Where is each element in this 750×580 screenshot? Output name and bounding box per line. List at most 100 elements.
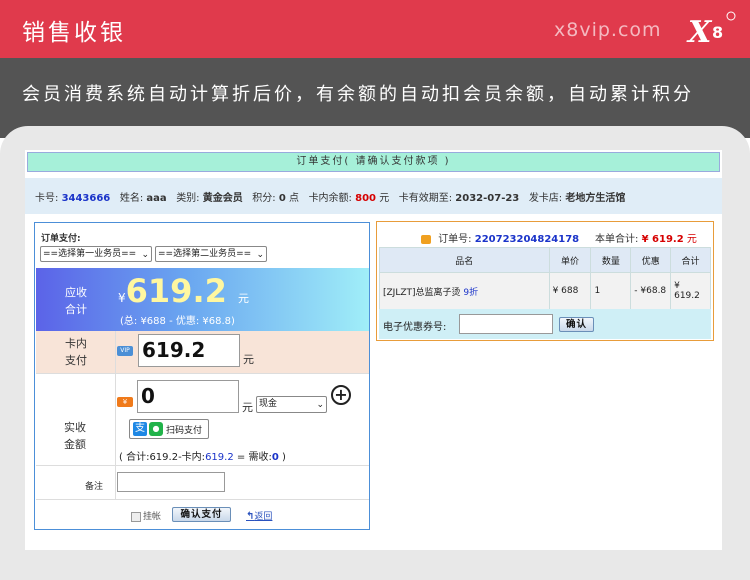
column-header: 品名	[379, 247, 550, 273]
item-discount: - ¥68.8	[630, 272, 672, 310]
order-header: 订单号: 220723204824178 本单合计: ¥ 619.2 元	[421, 230, 697, 245]
order-confirm-header: 订单支付( 请确认支付款项 )	[27, 152, 720, 172]
item-total-cell: ¥ 619.2	[670, 272, 711, 310]
currency-symbol: ¥	[118, 291, 126, 305]
calc-mid: = 需收:	[233, 452, 272, 463]
remark-label: 备注	[85, 482, 104, 492]
actual-amount-unit: 元	[242, 401, 253, 414]
column-header: 单价	[548, 247, 592, 273]
back-link[interactable]: ↰返回	[246, 509, 272, 522]
card-payment-label: 卡内 支付	[36, 335, 116, 369]
item-total-symbol: ¥	[674, 281, 680, 291]
amount-due-label-line1: 应收	[65, 286, 87, 299]
card-balance: 800	[355, 193, 376, 204]
scan-pay-button[interactable]: 支 ● 扫码支付	[129, 419, 209, 439]
page-title: 销售收银	[22, 20, 126, 46]
column-divider	[115, 331, 116, 499]
balance-unit: 元	[379, 193, 390, 204]
member-name: aaa	[146, 193, 167, 204]
coupon-confirm-button[interactable]: 确认	[559, 317, 594, 332]
slogan-text: 会员消费系统自动计算折后价，有余额的自动扣会员余额，自动累计积分	[22, 84, 694, 105]
staff-select-2[interactable]: ==选择第二业务员== ⌄	[155, 246, 267, 262]
staff-select-2-value: ==选择第二业务员==	[158, 249, 252, 259]
actual-amount-label: 实收 金额	[35, 419, 115, 453]
actual-amount-input[interactable]: 0	[137, 380, 239, 413]
card-payment-label-line1: 卡内	[65, 337, 87, 350]
payment-method-value: 现金	[259, 399, 278, 409]
confirm-payment-button[interactable]: 确认支付	[172, 507, 231, 522]
cash-icon: ¥	[117, 397, 133, 407]
actual-amount-label-line2: 金额	[64, 438, 86, 451]
points-unit: 点	[289, 193, 300, 204]
member-info-bar: 卡号: 3443666 姓名: aaa 类别: 黄金会员 积分: 0 点 卡内余…	[25, 178, 722, 214]
calc-suffix: )	[278, 452, 286, 463]
scan-pay-label: 扫码支付	[166, 426, 203, 436]
divider	[36, 499, 369, 500]
alipay-icon: 支	[133, 422, 147, 436]
chevron-down-icon: ⌄	[316, 400, 324, 410]
cart-icon	[421, 234, 431, 244]
calc-need-amount: 0	[271, 452, 279, 463]
card-payment-input[interactable]: 619.2	[138, 334, 240, 367]
table-header-row: 品名 单价 数量 优惠 合计	[379, 247, 711, 273]
order-total: ¥ 619.2	[641, 234, 684, 245]
card-no: 3443666	[61, 193, 111, 204]
column-header: 数量	[590, 247, 632, 273]
wechat-icon: ●	[149, 422, 163, 436]
amount-due-unit: 元	[238, 292, 249, 305]
order-items-table: 品名 单价 数量 优惠 合计 [ZJLZT]总监离子烫 9折 ¥ 688 1 -…	[379, 247, 711, 310]
hold-checkbox[interactable]: 挂帐	[131, 509, 161, 522]
payment-panel: 订单支付: ==选择第一业务员== ⌄ ==选择第二业务员== ⌄ 应收 合计 …	[34, 222, 370, 530]
issuing-store: 老地方生活馆	[565, 193, 626, 204]
member-points: 0	[278, 193, 286, 204]
hold-label: 挂帐	[143, 512, 162, 522]
order-total-label: 本单合计:	[595, 234, 639, 245]
order-panel: 订单号: 220723204824178 本单合计: ¥ 619.2 元 品名 …	[376, 221, 714, 341]
amount-breakdown: (总: ¥688 - 优惠: ¥68.8)	[120, 316, 235, 327]
divider	[36, 373, 369, 374]
card-payment-row: 卡内 支付 VIP 619.2 元	[36, 331, 369, 373]
card-expiry: 2032-07-23	[455, 193, 520, 204]
table-row: [ZJLZT]总监离子烫 9折 ¥ 688 1 - ¥68.8 ¥ 619.2	[379, 272, 711, 310]
order-no: 220723204824178	[474, 234, 580, 245]
svg-text:8: 8	[712, 23, 723, 42]
store-label: 发卡店:	[528, 193, 563, 204]
amount-due-label-line2: 合计	[65, 303, 87, 316]
add-payment-icon[interactable]: +	[331, 385, 351, 405]
payment-method-select[interactable]: 现金 ⌄	[256, 396, 327, 413]
column-header: 优惠	[630, 247, 672, 273]
calc-card-amount: 619.2	[205, 452, 234, 463]
coupon-input[interactable]	[459, 314, 553, 334]
coupon-label: 电子优惠券号:	[383, 322, 447, 333]
card-payment-label-line2: 支付	[65, 354, 87, 367]
item-total: 619.2	[674, 291, 700, 301]
remark-input[interactable]	[117, 472, 225, 492]
balance-label: 卡内余额:	[308, 193, 352, 204]
amount-due-row: 应收 合计 ¥619.2 元 (总: ¥688 - 优惠: ¥68.8)	[36, 268, 369, 331]
discount-tag: 9折	[463, 287, 479, 298]
item-price: ¥ 688	[548, 272, 592, 310]
actual-amount-label-line1: 实收	[64, 421, 86, 434]
site-domain: x8vip.com	[554, 19, 662, 41]
column-header: 合计	[670, 247, 711, 273]
payment-calculation: ( 合计:619.2-卡内:619.2 = 需收:0 )	[119, 448, 286, 463]
x8-logo-icon: X 8	[686, 11, 736, 50]
type-label: 类别:	[176, 193, 200, 204]
amount-due-value: 619.2	[125, 272, 227, 310]
chevron-down-icon: ⌄	[256, 250, 264, 260]
item-name: [ZJLZT]总监离子烫	[383, 287, 461, 298]
coupon-row: 电子优惠券号: 确认	[379, 309, 711, 339]
amount-due: ¥619.2 元	[118, 272, 249, 310]
calc-prefix: ( 合计:619.2-卡内:	[119, 452, 206, 463]
divider	[36, 465, 369, 466]
amount-due-label: 应收 合计	[36, 284, 116, 318]
card-no-label: 卡号:	[35, 193, 59, 204]
card-payment-unit: 元	[243, 353, 254, 366]
name-label: 姓名:	[119, 193, 144, 204]
checkbox-icon	[131, 511, 141, 522]
staff-select-1[interactable]: ==选择第一业务员== ⌄	[40, 246, 152, 262]
member-type: 黄金会员	[202, 193, 243, 204]
expiry-label: 卡有效期至:	[398, 193, 453, 204]
svg-text:X: X	[686, 15, 713, 50]
order-no-label: 订单号:	[438, 234, 472, 245]
